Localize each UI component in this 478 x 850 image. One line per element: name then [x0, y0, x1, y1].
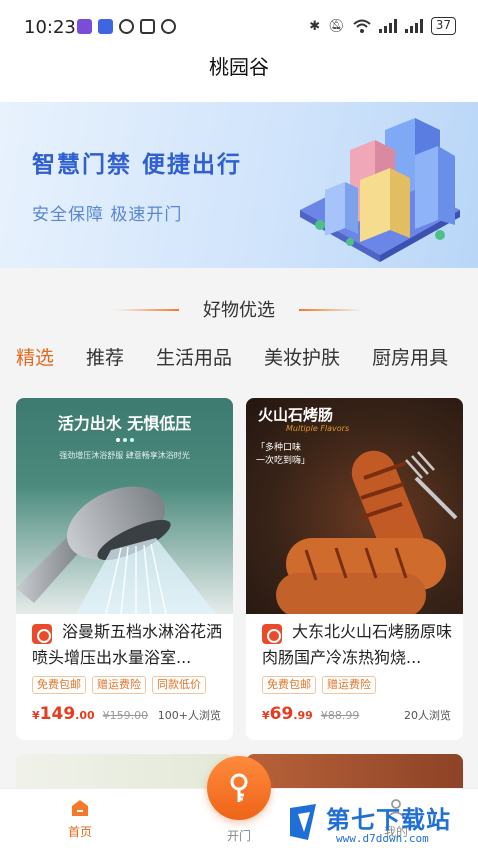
shower-head-illustration — [16, 486, 216, 614]
price-row: ¥149.00 ¥159.00 100+人浏览 — [32, 704, 221, 724]
bluetooth-icon: ✱ — [309, 18, 321, 34]
watermark-logo-icon — [290, 804, 316, 840]
tab-daily-goods[interactable]: 生活用品 — [156, 344, 232, 384]
sausage-illustration — [276, 450, 458, 614]
nfc-like-icon — [119, 19, 134, 34]
category-tabs: 精选 推荐 生活用品 美妆护肤 厨房用具 — [16, 344, 478, 384]
banner[interactable]: 智慧门禁 便捷出行 安全保障 极速开门 — [0, 102, 478, 268]
status-bar: 10:23 ✱ 🔕︎ 37 — [0, 0, 478, 50]
tab-beauty[interactable]: 美妆护肤 — [264, 344, 340, 384]
product-image: 火山石烤肠 Multiple Flavors 「多种口味 一次吃到嗨」 — [246, 398, 463, 614]
original-price: ¥88.99 — [320, 709, 360, 722]
status-time: 10:23 — [24, 17, 76, 38]
alarm-icon — [161, 19, 176, 34]
tag-return-insurance: 赠运费险 — [92, 676, 146, 694]
page-title: 桃园谷 — [209, 55, 269, 79]
wifi-icon — [353, 19, 371, 33]
product-tags: 免费包邮 赠运费险 — [262, 676, 376, 694]
key-icon — [230, 773, 248, 802]
section-divider-right — [299, 309, 363, 311]
product-price: ¥69.99 — [262, 704, 313, 724]
product-image-subline: 强劲增压沐浴舒服 肆意畅享沐浴时光 — [59, 451, 190, 460]
signal-icon — [378, 19, 397, 33]
city-isometric-illustration — [300, 118, 460, 262]
nav-home-label: 首页 — [67, 825, 92, 839]
signal-icon — [404, 19, 423, 33]
tab-kitchen[interactable]: 厨房用具 — [372, 344, 448, 384]
n-icon — [140, 19, 155, 34]
product-card[interactable]: 活力出水 无惧低压 强劲增压沐浴舒服 肆意畅享沐浴时光 浴曼斯五档水淋浴花洒喷头… — [16, 398, 233, 740]
tag-return-insurance: 赠运费险 — [322, 676, 376, 694]
nav-home[interactable]: 首页 — [40, 797, 120, 840]
tag-free-shipping: 免费包邮 — [32, 676, 86, 694]
product-name[interactable]: 大东北火山石烤肠原味肉肠国产冷冻热狗烧... — [262, 619, 452, 671]
tag-free-shipping: 免费包邮 — [262, 676, 316, 694]
home-icon — [72, 800, 88, 816]
watermark-url: www.d7down.com — [336, 832, 429, 845]
product-image-headline: 活力出水 无惧低压 — [57, 414, 192, 433]
view-count: 100+人浏览 — [157, 709, 221, 722]
view-count: 20人浏览 — [404, 709, 451, 722]
original-price: ¥159.00 — [102, 709, 149, 722]
banner-subline: 安全保障 极速开门 — [32, 205, 183, 225]
tab-recommended[interactable]: 推荐 — [86, 344, 124, 384]
nav-door[interactable]: 开门 — [199, 827, 279, 844]
carousel-dots — [116, 438, 134, 442]
product-tags: 免费包邮 赠运费险 同款低价 — [32, 676, 206, 694]
battery-icon: 37 — [430, 17, 456, 35]
banner-headline: 智慧门禁 便捷出行 — [32, 152, 243, 178]
product-card[interactable]: 火山石烤肠 Multiple Flavors 「多种口味 一次吃到嗨」 大东北火… — [246, 398, 463, 740]
product-name[interactable]: 浴曼斯五档水淋浴花洒喷头增压出水量浴室... — [32, 619, 222, 671]
app-badge-icon — [77, 19, 92, 34]
app-header: 桃园谷 — [0, 50, 478, 102]
mute-icon: 🔕︎ — [328, 18, 345, 34]
nav-door-label: 开门 — [226, 829, 251, 843]
tag-low-price: 同款低价 — [152, 676, 206, 694]
price-row: ¥69.99 ¥88.99 20人浏览 — [262, 704, 451, 724]
tab-featured[interactable]: 精选 — [16, 344, 54, 384]
product-image: 活力出水 无惧低压 强劲增压沐浴舒服 肆意畅享沐浴时光 — [16, 398, 233, 614]
watermark-title: 第七下载站 — [326, 806, 451, 834]
app-badge-icon — [98, 19, 113, 34]
status-right-icons: ✱ 🔕︎ 37 — [309, 17, 456, 35]
watermark: 第七下载站 www.d7down.com — [286, 800, 476, 848]
section-title: 好物优选 — [203, 300, 275, 321]
open-door-button[interactable] — [207, 756, 271, 820]
product-price: ¥149.00 — [32, 704, 95, 724]
status-left-icons — [77, 19, 176, 34]
